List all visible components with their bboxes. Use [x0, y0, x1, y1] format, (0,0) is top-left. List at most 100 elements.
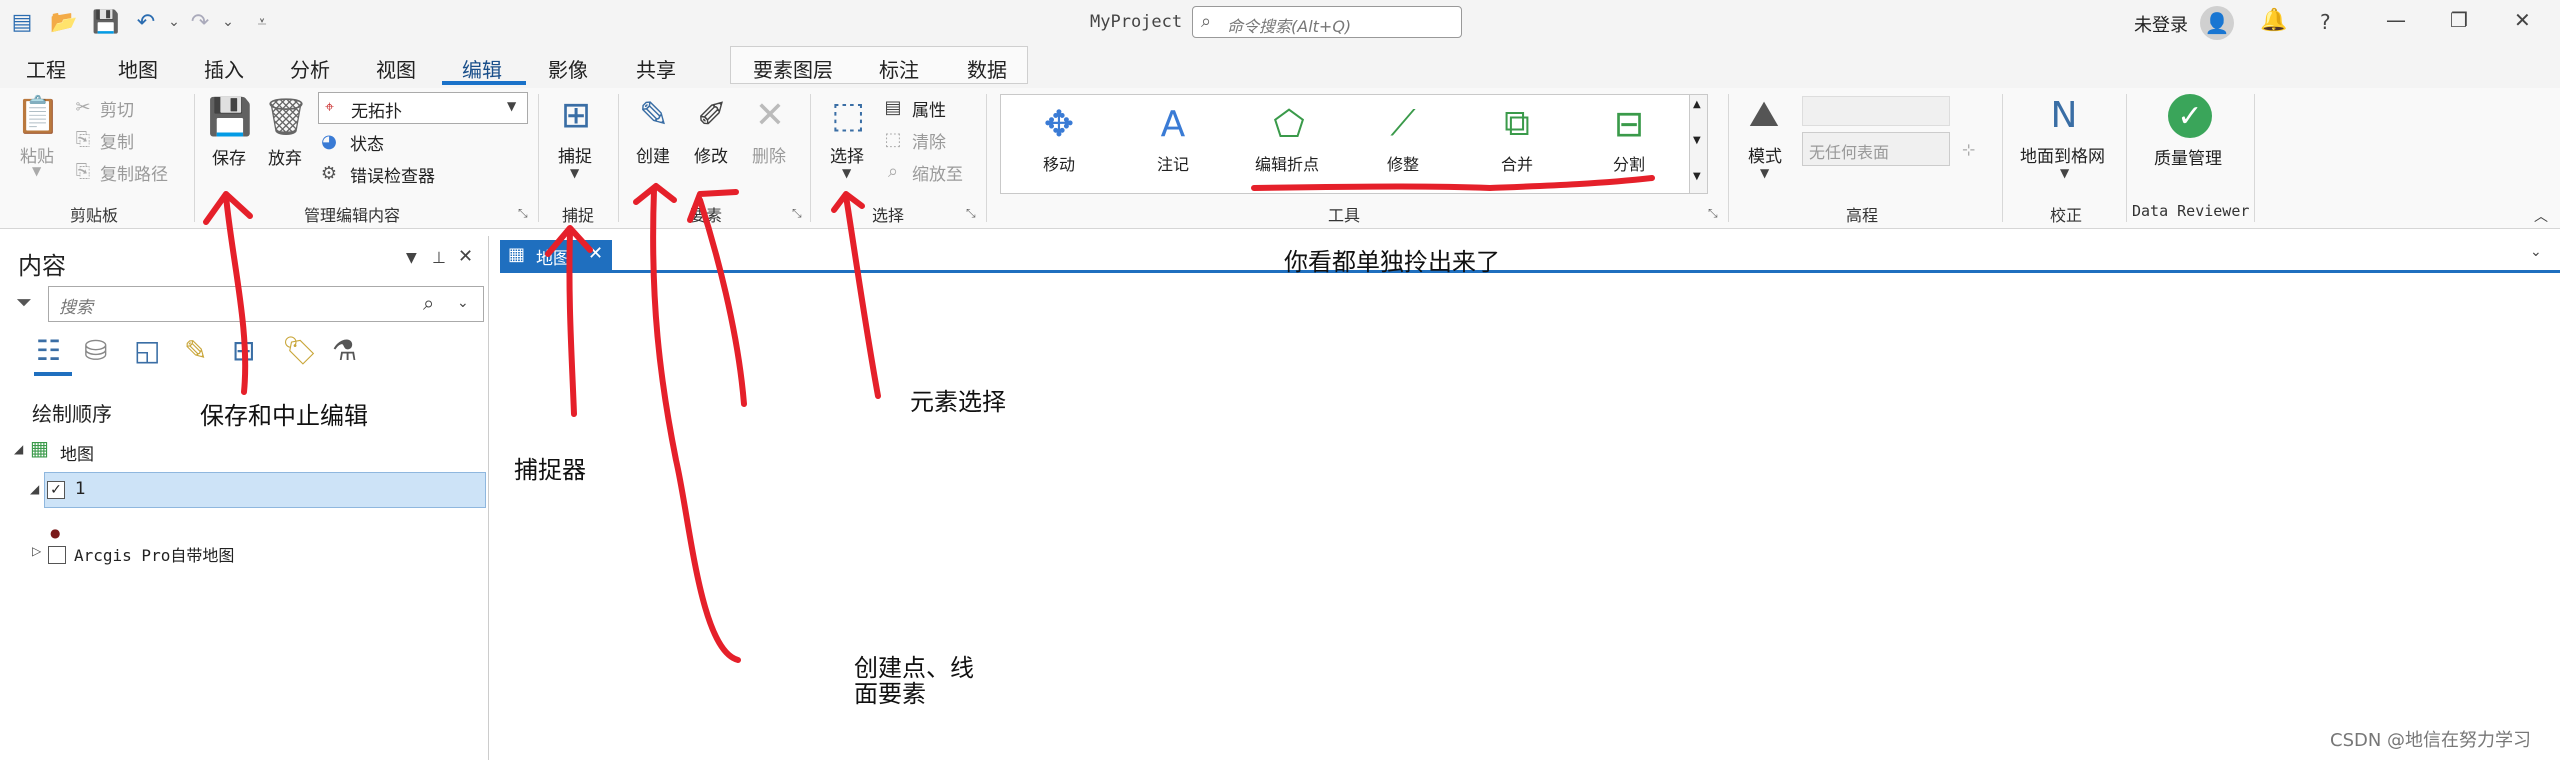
- expand-map-icon[interactable]: ◢: [14, 442, 23, 456]
- pin-icon[interactable]: ⊥: [432, 248, 446, 267]
- pane-menu-icon[interactable]: ▼: [406, 250, 417, 266]
- redo-icon[interactable]: ↷: [186, 8, 214, 36]
- help-button[interactable]: ?: [2320, 10, 2331, 34]
- reshape-icon[interactable]: ⟋: [1379, 101, 1427, 147]
- close-window-icon[interactable]: ✕: [2514, 8, 2531, 32]
- gallery-scrollbar[interactable]: ▲ ▼ ▼: [1690, 94, 1708, 194]
- list-by-source-icon[interactable]: ⛁: [84, 334, 107, 367]
- select-icon[interactable]: ⬚: [824, 92, 872, 138]
- list-by-perspective-icon[interactable]: ⚗: [332, 334, 357, 367]
- new-project-icon[interactable]: ▤: [8, 8, 36, 36]
- elevation-surface-input[interactable]: 无任何表面: [1802, 132, 1950, 166]
- tab-map[interactable]: 地图: [118, 54, 158, 83]
- paste-icon[interactable]: 📋: [14, 92, 62, 138]
- tab-data[interactable]: 数据: [967, 54, 1007, 83]
- select-button[interactable]: 选择: [830, 142, 864, 167]
- copy-button[interactable]: 复制: [100, 128, 134, 153]
- save-edits-button[interactable]: 保存: [212, 144, 246, 169]
- select-dropdown-icon[interactable]: ▼: [842, 166, 851, 180]
- status-button[interactable]: 状态: [350, 130, 384, 155]
- collapse-ribbon-icon[interactable]: ︿: [2534, 206, 2548, 226]
- tool-reshape[interactable]: 修整: [1387, 151, 1419, 175]
- create-features-icon[interactable]: ✎: [630, 92, 678, 138]
- customize-toolbar-icon[interactable]: ⩡: [248, 8, 276, 36]
- chevron-down-icon[interactable]: ▼: [1693, 135, 1701, 146]
- topology-dropdown[interactable]: ⌖ 无拓扑 ▼: [318, 92, 528, 124]
- group-launcher-icon[interactable]: ⤡: [792, 206, 802, 221]
- chevron-up-icon[interactable]: ▲: [1693, 99, 1701, 110]
- snapping-button[interactable]: 捕捉: [558, 142, 592, 167]
- command-search-input[interactable]: ⌕ 命令搜索(Alt+Q): [1192, 6, 1462, 38]
- tool-edit-vertices[interactable]: 编辑折点: [1255, 151, 1319, 175]
- zoom-to-selection-button[interactable]: 缩放至: [912, 160, 963, 185]
- search-icon[interactable]: ⌕: [423, 291, 434, 315]
- discard-edits-button[interactable]: 放弃: [268, 144, 302, 169]
- ground-to-grid-button[interactable]: 地面到格网: [2020, 142, 2105, 167]
- tab-share[interactable]: 共享: [636, 54, 676, 83]
- attributes-button[interactable]: 属性: [912, 96, 946, 121]
- move-icon[interactable]: ✥: [1035, 101, 1083, 147]
- gallery-expand-icon[interactable]: ▼: [1693, 171, 1701, 182]
- discard-edits-icon[interactable]: 🗑: [262, 94, 310, 140]
- save-edits-icon[interactable]: 💾: [206, 94, 254, 140]
- view-list-dropdown-icon[interactable]: ⌄: [2530, 244, 2542, 260]
- basemap-layer-label[interactable]: Arcgis Pro自带地图: [74, 542, 234, 566]
- map-canvas[interactable]: [500, 270, 2560, 763]
- tab-insert[interactable]: 插入: [204, 54, 244, 83]
- tool-merge[interactable]: 合并: [1501, 151, 1533, 175]
- error-inspector-button[interactable]: 错误检查器: [350, 162, 435, 187]
- undo-dropdown-icon[interactable]: ⌄: [160, 8, 188, 36]
- ground-to-grid-dropdown-icon[interactable]: ▼: [2060, 166, 2069, 180]
- tab-imagery[interactable]: 影像: [548, 54, 588, 83]
- ground-to-grid-icon[interactable]: N: [2040, 92, 2088, 138]
- open-folder-icon[interactable]: 📂: [50, 8, 78, 36]
- list-by-drawing-order-icon[interactable]: ☷: [36, 334, 61, 367]
- snapping-dropdown-icon[interactable]: ▼: [570, 166, 579, 180]
- layer-row-selected[interactable]: ✓ 1: [44, 472, 486, 508]
- paste-dropdown-icon[interactable]: ▼: [32, 164, 41, 178]
- delete-icon[interactable]: ✕: [746, 92, 794, 138]
- annotation-icon[interactable]: A: [1149, 101, 1197, 147]
- close-pane-icon[interactable]: ✕: [458, 246, 473, 267]
- restore-icon[interactable]: ❐: [2450, 8, 2468, 32]
- redo-dropdown-icon[interactable]: ⌄: [214, 8, 242, 36]
- modify-features-button[interactable]: 修改: [694, 142, 728, 167]
- notification-bell-icon[interactable]: 🔔: [2260, 8, 2287, 33]
- save-project-icon[interactable]: 💾: [92, 8, 120, 36]
- tab-analysis[interactable]: 分析: [290, 54, 330, 83]
- edit-vertices-icon[interactable]: ⬠: [1265, 101, 1313, 147]
- avatar-icon[interactable]: 👤: [2200, 6, 2234, 40]
- list-by-editing-icon[interactable]: ✎: [184, 334, 207, 367]
- split-icon[interactable]: ⊟: [1605, 101, 1653, 147]
- modify-features-icon[interactable]: ✐: [688, 92, 736, 138]
- tool-move[interactable]: 移动: [1043, 151, 1075, 175]
- merge-icon[interactable]: ⧉: [1493, 101, 1541, 147]
- expand-basemap-icon[interactable]: ▷: [32, 544, 41, 558]
- tab-feature-layer[interactable]: 要素图层: [753, 54, 833, 83]
- contents-search-input[interactable]: 搜索 ⌕ ⌄: [48, 286, 484, 322]
- expand-layer-icon[interactable]: ◢: [30, 482, 39, 496]
- layer-visibility-checkbox[interactable]: ✓: [47, 481, 65, 499]
- search-options-icon[interactable]: ⌄: [457, 295, 469, 311]
- tab-edit[interactable]: 编辑: [462, 54, 502, 83]
- clear-selection-button[interactable]: 清除: [912, 128, 946, 153]
- elevation-mode-icon[interactable]: ⛰: [1740, 92, 1788, 138]
- minimize-icon[interactable]: —: [2386, 8, 2406, 32]
- create-features-button[interactable]: 创建: [636, 142, 670, 167]
- tab-project[interactable]: 工程: [26, 54, 66, 83]
- map-view-tab[interactable]: ▦ 地图 ✕: [500, 240, 612, 270]
- elevation-mode-button[interactable]: 模式: [1748, 142, 1782, 167]
- tool-split[interactable]: 分割: [1613, 151, 1645, 175]
- copy-path-button[interactable]: 复制路径: [100, 160, 168, 185]
- basemap-visibility-checkbox[interactable]: [48, 546, 66, 564]
- group-launcher-icon[interactable]: ⤡: [1708, 206, 1718, 221]
- list-by-selection-icon[interactable]: ◱: [134, 334, 160, 367]
- close-tab-icon[interactable]: ✕: [588, 243, 603, 264]
- list-by-labeling-icon[interactable]: 🏷: [282, 334, 318, 367]
- undo-icon[interactable]: ↶: [132, 8, 160, 36]
- quality-check-icon[interactable]: ✓: [2168, 94, 2212, 138]
- elevation-value-input[interactable]: [1802, 96, 1950, 126]
- delete-button[interactable]: 删除: [752, 142, 786, 167]
- map-node-label[interactable]: 地图: [60, 440, 94, 465]
- tab-labeling[interactable]: 标注: [879, 54, 919, 83]
